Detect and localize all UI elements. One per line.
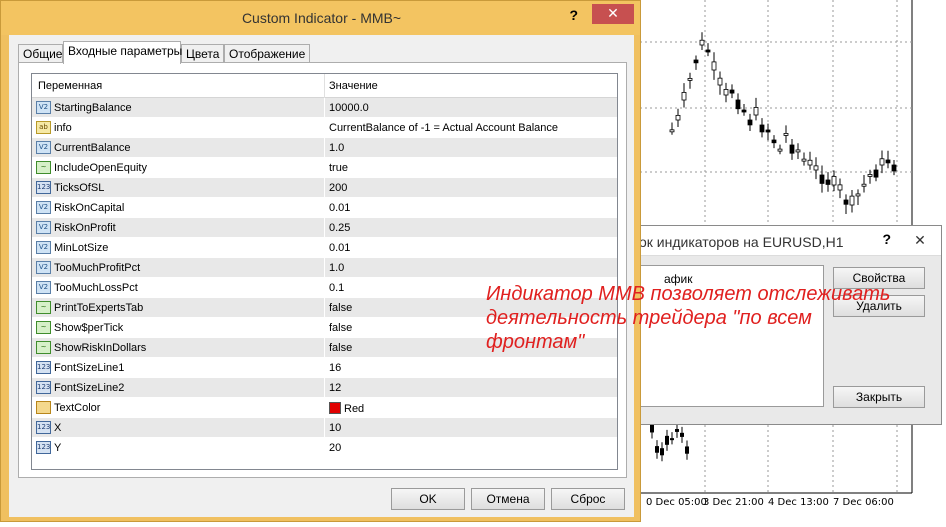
table-row[interactable]: 123 TicksOfSL 200	[32, 178, 617, 198]
parameter-name: TooMuchLossPct	[54, 282, 138, 294]
parameter-name: Y	[54, 442, 62, 454]
column-header-value[interactable]: Значение	[329, 80, 378, 92]
parameter-name: CurrentBalance	[54, 142, 131, 154]
annotation-text: Индикатор MMB позволяет отслеживать деят…	[486, 283, 891, 353]
double-type-icon: V2	[36, 261, 51, 274]
int-type-icon: 123	[36, 181, 51, 194]
table-row[interactable]: V2 MinLotSize 0.01	[32, 238, 617, 258]
table-row[interactable]: 123 FontSizeLine2 12	[32, 378, 617, 398]
table-row[interactable]: V2 CurrentBalance 1.0	[32, 138, 617, 158]
custom-indicator-dialog: Custom Indicator - MMB~ ? ✕ Общие Входны…	[0, 0, 641, 522]
parameter-name: TicksOfSL	[54, 182, 105, 194]
parameter-value[interactable]: 16	[329, 362, 341, 374]
parameter-value[interactable]: 20	[329, 442, 341, 454]
bool-type-icon: ~	[36, 341, 51, 354]
help-icon[interactable]: ?	[569, 7, 578, 23]
parameter-name: FontSizeLine1	[54, 362, 125, 374]
chart-x-label: 7 Dec 06:00	[833, 497, 894, 508]
double-type-icon: V2	[36, 281, 51, 294]
input-parameters-panel: Переменная Значение V2 StartingBalance 100…	[18, 62, 627, 478]
parameter-value[interactable]: 12	[329, 382, 341, 394]
double-type-icon: V2	[36, 221, 51, 234]
parameter-value[interactable]: 10	[329, 422, 341, 434]
parameter-value[interactable]: false	[329, 322, 352, 334]
table-row[interactable]: V2 TooMuchProfitPct 1.0	[32, 258, 617, 278]
chart-x-label: 4 Dec 13:00	[768, 497, 829, 508]
parameter-value[interactable]: Red	[329, 402, 364, 415]
table-row[interactable]: 123 Y 20	[32, 438, 617, 458]
parameter-name: ShowRiskInDollars	[54, 342, 147, 354]
parameter-name: RiskOnProfit	[54, 222, 116, 234]
ok-button[interactable]: OK	[391, 488, 465, 510]
double-type-icon: V2	[36, 241, 51, 254]
parameter-name: FontSizeLine2	[54, 382, 125, 394]
table-row[interactable]: ~ IncludeOpenEquity true	[32, 158, 617, 178]
parameters-grid: Переменная Значение V2 StartingBalance 100…	[31, 73, 618, 470]
parameter-value[interactable]: 0.01	[329, 202, 350, 214]
int-type-icon: 123	[36, 441, 51, 454]
table-row[interactable]: 123 FontSizeLine1 16	[32, 358, 617, 378]
parameter-value[interactable]: false	[329, 342, 352, 354]
double-type-icon: V2	[36, 201, 51, 214]
table-row[interactable]: TextColor Red	[32, 398, 617, 418]
parameter-name: PrintToExpertsTab	[54, 302, 144, 314]
parameter-name: Show$perTick	[54, 322, 124, 334]
chart-x-label: 0 Dec 05:00	[646, 497, 707, 508]
column-header-variable[interactable]: Переменная	[38, 80, 102, 92]
parameter-value[interactable]: CurrentBalance of -1 = Actual Account Ba…	[329, 122, 558, 134]
close-icon[interactable]: ✕	[592, 4, 634, 24]
parameter-value[interactable]: 0.25	[329, 222, 350, 234]
parameter-value[interactable]: 1.0	[329, 262, 344, 274]
chart-x-label: 3 Dec 21:00	[703, 497, 764, 508]
close-icon[interactable]: ✕	[905, 232, 935, 250]
double-type-icon: V2	[36, 141, 51, 154]
help-icon[interactable]: ?	[882, 231, 891, 247]
table-row[interactable]: ab info CurrentBalance of -1 = Actual Acco…	[32, 118, 617, 138]
parameter-name: TooMuchProfitPct	[54, 262, 141, 274]
parameter-name: RiskOnCapital	[54, 202, 125, 214]
bool-type-icon: ~	[36, 161, 51, 174]
close-button[interactable]: Закрыть	[833, 386, 925, 408]
tab-input-parameters[interactable]: Входные параметры	[63, 41, 182, 64]
table-row[interactable]: V2 RiskOnProfit 0.25	[32, 218, 617, 238]
parameter-value[interactable]: false	[329, 302, 352, 314]
color-swatch	[329, 402, 341, 414]
table-row[interactable]: V2 RiskOnCapital 0.01	[32, 198, 617, 218]
parameter-value[interactable]: 0.01	[329, 242, 350, 254]
parameter-name: info	[54, 122, 72, 134]
tab-colors[interactable]: Цвета	[181, 44, 224, 63]
bool-type-icon: ~	[36, 321, 51, 334]
reset-button[interactable]: Сброс	[551, 488, 625, 510]
parameter-name: TextColor	[54, 402, 101, 414]
bool-type-icon: ~	[36, 301, 51, 314]
dialog-titlebar[interactable]: Custom Indicator - MMB~ ? ✕	[1, 1, 640, 35]
int-type-icon: 123	[36, 421, 51, 434]
parameter-name: MinLotSize	[54, 242, 109, 254]
parameter-rows: V2 StartingBalance 10000.0 ab info CurrentBal…	[32, 98, 617, 458]
parameter-name: X	[54, 422, 62, 434]
parameter-value-text: Red	[344, 403, 365, 415]
string-type-icon: ab	[36, 121, 51, 134]
parameter-name: StartingBalance	[54, 102, 132, 114]
indicator-list-titlebar[interactable]: ок индикаторов на EURUSD,H1 ? ✕	[601, 226, 941, 256]
table-row[interactable]: 123 X 10	[32, 418, 617, 438]
double-type-icon: V2	[36, 101, 51, 114]
dialog-body: Общие Входные параметры Цвета Отображени…	[9, 35, 634, 517]
int-type-icon: 123	[36, 361, 51, 374]
parameter-name: IncludeOpenEquity	[54, 162, 147, 174]
parameter-value[interactable]: 200	[329, 182, 347, 194]
parameter-value[interactable]: 1.0	[329, 142, 344, 154]
cancel-button[interactable]: Отмена	[471, 488, 545, 510]
parameter-value[interactable]: 0.1	[329, 282, 344, 294]
grid-header: Переменная Значение	[32, 74, 617, 98]
int-type-icon: 123	[36, 381, 51, 394]
tab-general[interactable]: Общие	[18, 44, 63, 63]
parameter-value[interactable]: 10000.0	[329, 102, 369, 114]
color-type-icon	[36, 401, 51, 414]
table-row[interactable]: V2 StartingBalance 10000.0	[32, 98, 617, 118]
tab-display[interactable]: Отображение	[224, 44, 310, 63]
dialog-title: Custom Indicator - MMB~	[241, 10, 402, 26]
parameter-value[interactable]: true	[329, 162, 348, 174]
indicator-list-title: ок индикаторов на EURUSD,H1	[639, 234, 844, 250]
